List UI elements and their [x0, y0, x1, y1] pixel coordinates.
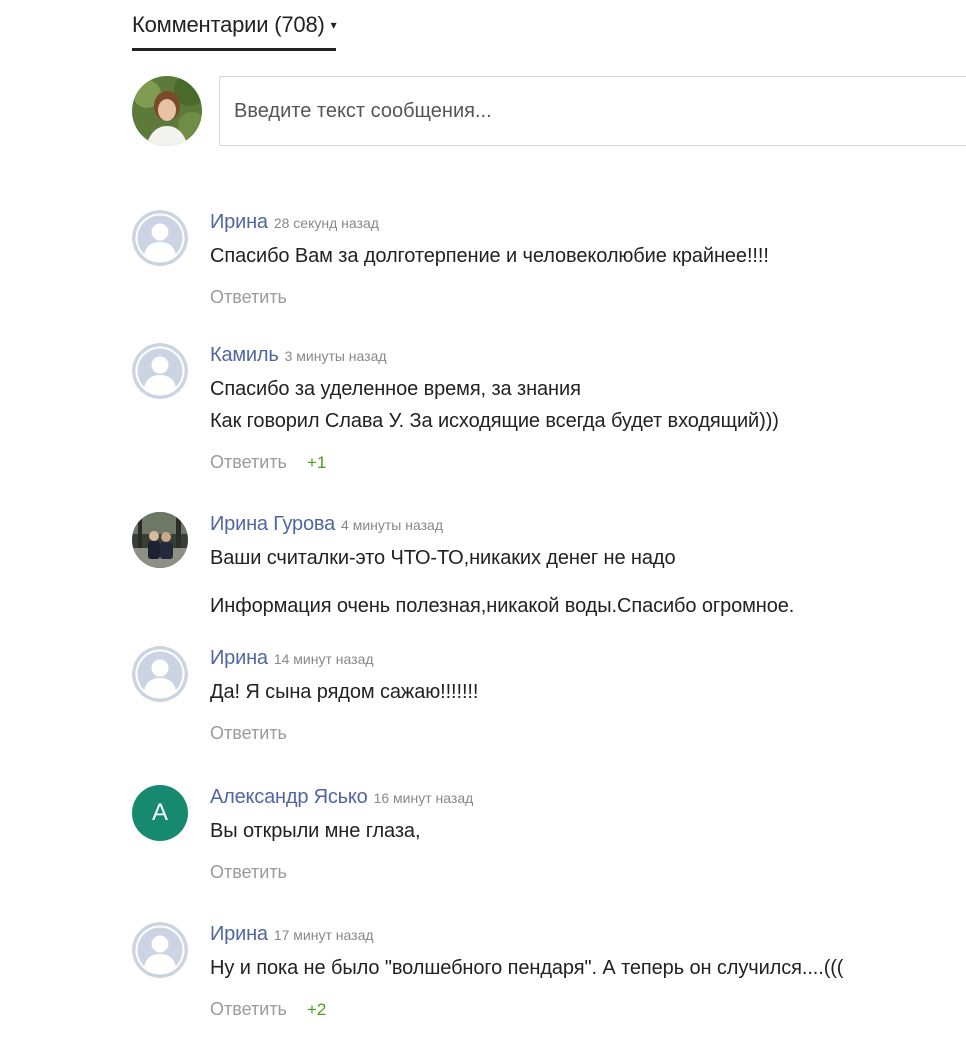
- comment-text-line: Ну и пока не было "волшебного пендаря". …: [210, 957, 844, 979]
- comment-text: Ваши считалки-это ЧТО-ТО,никаких денег н…: [210, 542, 966, 622]
- current-user-avatar: [132, 76, 202, 146]
- comment-meta: Ирина 14 минут назад: [210, 646, 966, 670]
- comment-text-line: Ваши считалки-это ЧТО-ТО,никаких денег н…: [210, 547, 676, 569]
- user-photo-avatar[interactable]: [132, 512, 188, 568]
- comment-meta: Ирина 28 секунд назад: [210, 210, 966, 234]
- reply-button[interactable]: Ответить: [210, 723, 287, 743]
- comment-input[interactable]: [219, 76, 966, 146]
- letter-avatar[interactable]: А: [132, 785, 188, 841]
- comment-author-link[interactable]: Ирина: [210, 647, 268, 669]
- comment-timestamp: 17 минут назад: [273, 927, 374, 943]
- comment-text: Ну и пока не было "волшебного пендаря". …: [210, 952, 966, 984]
- default-user-avatar-icon[interactable]: [132, 922, 188, 978]
- comment-composer: [132, 76, 966, 146]
- comment-body: Ирина 17 минут назад Ну и пока не было "во…: [210, 922, 966, 1020]
- caret-down-icon: ▾: [330, 18, 337, 32]
- comments-header: Комментарии (708) ▾: [132, 12, 337, 51]
- comment-text-line: Да! Я сына рядом сажаю!!!!!!!: [210, 681, 479, 703]
- comment-text-line: Вы открыли мне глаза,: [210, 820, 421, 842]
- comment-text: Да! Я сына рядом сажаю!!!!!!!: [210, 676, 966, 708]
- comment-text: Вы открыли мне глаза,: [210, 815, 966, 847]
- comment-author-link[interactable]: Камиль: [210, 344, 279, 366]
- comment-text: Спасибо за уделенное время, за знания Как…: [210, 373, 966, 437]
- likes-count: +2: [306, 1000, 327, 1019]
- comment-body: Александр Ясько 16 минут назад Вы открыли …: [210, 785, 966, 883]
- comment-actions: Ответить +2: [210, 998, 966, 1020]
- default-user-avatar-icon[interactable]: [132, 210, 188, 266]
- comment-author-link[interactable]: Ирина Гурова: [210, 513, 335, 535]
- comment-meta: Ирина 17 минут назад: [210, 922, 966, 946]
- comment-meta: Ирина Гурова 4 минуты назад: [210, 512, 966, 536]
- comment-actions: Ответить: [210, 861, 966, 883]
- comment-text: Спасибо Вам за долготерпение и человекол…: [210, 240, 966, 272]
- comment-body: Ирина Гурова 4 минуты назад Ваши считалки-…: [210, 512, 966, 622]
- default-user-avatar-icon[interactable]: [132, 646, 188, 702]
- comment-timestamp: 14 минут назад: [273, 651, 374, 667]
- reply-button[interactable]: Ответить: [210, 287, 287, 307]
- comment-author-link[interactable]: Александр Ясько: [210, 786, 368, 808]
- comment-text-line: Как говорил Слава У. За исходящие всегда…: [210, 410, 779, 432]
- reply-button[interactable]: Ответить: [210, 999, 287, 1019]
- likes-count: +1: [306, 453, 327, 472]
- comment-timestamp: 28 секунд назад: [273, 215, 379, 231]
- comment-author-link[interactable]: Ирина: [210, 923, 268, 945]
- comment-actions: Ответить: [210, 286, 966, 308]
- comment-text-line: Информация очень полезная,никакой воды.С…: [210, 595, 795, 617]
- comment-text-line: Спасибо Вам за долготерпение и человекол…: [210, 245, 769, 267]
- comment-meta: Камиль 3 минуты назад: [210, 343, 966, 367]
- reply-button[interactable]: Ответить: [210, 452, 287, 472]
- avatar-letter: А: [151, 799, 168, 826]
- comment-timestamp: 3 минуты назад: [284, 348, 387, 364]
- comment-timestamp: 16 минут назад: [373, 790, 474, 806]
- comments-count-label: Комментарии (708): [132, 12, 325, 37]
- comment-actions: Ответить +1: [210, 451, 966, 473]
- reply-button[interactable]: Ответить: [210, 862, 287, 882]
- comment-actions: Ответить: [210, 722, 966, 744]
- comment-body: Ирина 28 секунд назад Спасибо Вам за долго…: [210, 210, 966, 308]
- comment-author-link[interactable]: Ирина: [210, 211, 268, 233]
- comment-meta: Александр Ясько 16 минут назад: [210, 785, 966, 809]
- comment-text-line: Спасибо за уделенное время, за знания: [210, 378, 581, 400]
- comment-body: Камиль 3 минуты назад Спасибо за уделенное…: [210, 343, 966, 473]
- comment-body: Ирина 14 минут назад Да! Я сына рядом сажа…: [210, 646, 966, 744]
- comments-count-tab[interactable]: Комментарии (708) ▾: [132, 12, 337, 51]
- comment-timestamp: 4 минуты назад: [341, 517, 443, 533]
- default-user-avatar-icon[interactable]: [132, 343, 188, 399]
